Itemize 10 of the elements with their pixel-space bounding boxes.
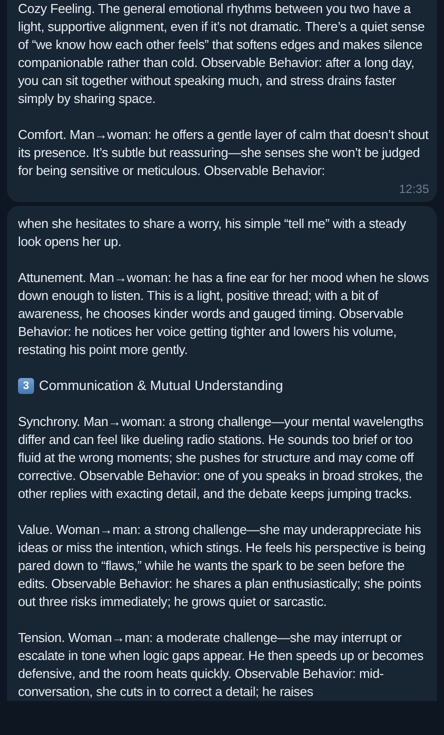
message-paragraph: Synchrony. Man→woman: a strong challenge—your mental wavelengths differ and can feel like dueling radio stations. He sounds too brief or too fluid at the wrong moments; she pushes for structure and may come off corrective. Observable Behavior: one of you speaks in broad strokes, the other replies with exacting detail, and the debate keeps jumping tracks. [18,413,424,503]
message-paragraph: Comfort. Man→woman: he offers a gentle layer of calm that doesn’t shout its presence. It’s subtle but reassuring—she senses she won’t be judged for being sensitive or meticulous. Observable Behavior: [18,126,429,180]
message-paragraph: Cozy Feeling. The general emotional rhythms between you two have a light, supportive alignment, even if it’s not dramatic. There’s a quiet sense of “we know how each other feels” that softens edges and makes silence companionable rather than cold. Observable Behavior: after a long day, you can sit together without speaking much, and stress drains faster simply by sharing space. [18,0,426,108]
message-paragraph: Attunement. Man→woman: he has a fine ear for her mood when he slows down enough to listen. This is a light, positive thread; with a bit of awareness, he chooses kinder words and gauged timing. Observable Behavior: he notices her voice getting tighter and lowers his volume, restating his point more gently. [18,269,429,359]
message-paragraph: Value. Woman→man: a strong challenge—she may underappreciate his ideas or miss the intention, which stings. He feels his perspective is being pared down to “flaws,” while he wants the spark to be seen before the edits. Observable Behavior: he shares a plan enthusiastically; she points out three risks immediately; he grows quiet or sarcastic. [18,521,427,611]
section-heading: Communication & Mutual Understanding [39,377,284,395]
message-time: 12:35 [398,182,429,196]
message-paragraph: Tension. Woman→man: a moderate challenge—she may interrupt or escalate in tone when logic gaps appear. He then speeds up or becomes defensive, and the room heats quickly. Observable Behavior: mid-conversation, she cuts in to correct a detail; he raises [18,629,424,701]
message-paragraph: when she hesitates to share a worry, his simple “tell me” with a steady look opens her up. [18,215,408,251]
number-badge: 3 [18,378,34,394]
